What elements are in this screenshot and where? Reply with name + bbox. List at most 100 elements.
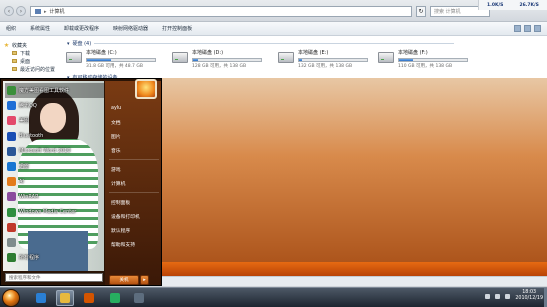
clock-date: 2010/12/19 bbox=[515, 296, 543, 301]
program-icon bbox=[7, 101, 16, 111]
places-item[interactable]: 设备和打印机 bbox=[109, 209, 159, 223]
start-search-input[interactable]: 搜索程序和文件 bbox=[5, 273, 103, 282]
drive-usage-fill bbox=[87, 58, 111, 61]
program-item[interactable]: 迅雷 bbox=[5, 159, 104, 174]
program-item[interactable]: 美图 bbox=[5, 113, 104, 128]
taskbar-app-explorer[interactable] bbox=[56, 290, 74, 306]
program-item[interactable]: AI bbox=[5, 174, 104, 189]
program-item[interactable] bbox=[5, 235, 104, 250]
action-center-icon[interactable] bbox=[485, 293, 491, 299]
places-item[interactable]: 游戏 bbox=[109, 162, 159, 176]
program-item[interactable]: Microsoft Word 2010 bbox=[5, 144, 104, 159]
open-control-panel-button[interactable]: 打开控制面板 bbox=[162, 25, 192, 32]
preview-pane-icon[interactable] bbox=[524, 25, 531, 32]
wallpaper-area bbox=[160, 78, 547, 274]
places-item[interactable]: 音乐 bbox=[109, 143, 159, 157]
sidebar-item-favorites[interactable]: 收藏夹 bbox=[4, 41, 58, 49]
start-button[interactable] bbox=[2, 289, 20, 307]
taskbar-app-control[interactable] bbox=[130, 290, 148, 306]
back-button[interactable]: ‹ bbox=[4, 6, 14, 16]
start-menu-places-pane: aylu 文档 图片 音乐游戏 计算机控制面板 设备和打印机 默认程序 帮助和支持 关机 ▸ bbox=[105, 79, 161, 285]
program-label: 腾讯QQ bbox=[19, 103, 37, 110]
program-item[interactable] bbox=[5, 220, 104, 235]
user-avatar[interactable] bbox=[135, 79, 157, 99]
drive-c[interactable]: 本地磁盘 (C:) 31.8 GB 可用，共 48.7 GB bbox=[66, 49, 156, 69]
address-text: 计算机 bbox=[49, 9, 65, 15]
program-item[interactable]: 魔方美图看图工具软件 bbox=[5, 83, 104, 99]
divider bbox=[94, 43, 455, 44]
chevron-right-icon: ▸ bbox=[44, 8, 47, 15]
system-properties-button[interactable]: 系统属性 bbox=[30, 25, 50, 32]
hard-drive-icon bbox=[172, 52, 188, 63]
sidebar-item-label: 下载 bbox=[20, 50, 31, 57]
drive-usage-bar bbox=[192, 57, 262, 62]
places-item[interactable]: 控制面板 bbox=[109, 195, 159, 209]
refresh-button[interactable]: ↻ bbox=[416, 6, 426, 17]
group-header-disks[interactable]: ▾ 硬盘 (4) bbox=[67, 40, 455, 47]
organize-button[interactable]: 组织 bbox=[6, 25, 16, 32]
drive-name: 本地磁盘 (C:) bbox=[86, 50, 117, 56]
uninstall-program-button[interactable]: 卸载或更改程序 bbox=[64, 25, 99, 32]
program-icon bbox=[7, 131, 16, 141]
places-item[interactable]: 计算机 bbox=[109, 176, 159, 190]
program-icon bbox=[7, 177, 16, 187]
computer-icon bbox=[35, 9, 41, 14]
explorer-titlebar: ‹ › ▸ 计算机 ↻ 搜索 计算机 bbox=[0, 0, 547, 22]
program-item[interactable]: Bluetooth bbox=[5, 129, 104, 144]
places-item[interactable]: 帮助和支持 bbox=[109, 237, 159, 251]
upload-speed: 1.0K/S bbox=[487, 2, 504, 8]
drive-f[interactable]: 本地磁盘 (F:) 110 GB 可用，共 138 GB bbox=[378, 49, 468, 69]
help-icon[interactable] bbox=[534, 25, 541, 32]
sidebar-item-downloads[interactable]: 下载 bbox=[4, 49, 58, 57]
taskbar-app-360[interactable] bbox=[106, 290, 124, 306]
drive-d[interactable]: 本地磁盘 (D:) 128 GB 可用，共 138 GB bbox=[172, 49, 262, 69]
system-tray: 18:03 2010/12/19 bbox=[485, 290, 543, 302]
network-icon[interactable] bbox=[495, 293, 501, 299]
view-options-icon[interactable] bbox=[514, 25, 521, 32]
drive-space-text: 132 GB 可用，共 138 GB bbox=[298, 64, 353, 69]
drive-usage-bar bbox=[86, 57, 156, 62]
sidebar-item-recent[interactable]: 最近访问的位置 bbox=[4, 65, 58, 73]
places-item[interactable]: 文档 bbox=[109, 115, 159, 129]
program-item[interactable]: Windows Media Center bbox=[5, 205, 104, 220]
shutdown-options-button[interactable]: ▸ bbox=[140, 275, 149, 285]
drive-usage-bar bbox=[398, 57, 468, 62]
volume-icon[interactable] bbox=[505, 293, 511, 299]
program-icon bbox=[7, 237, 16, 247]
drive-e[interactable]: 本地磁盘 (E:) 132 GB 可用，共 138 GB bbox=[278, 49, 368, 69]
clock[interactable]: 18:03 2010/12/19 bbox=[515, 290, 543, 302]
hard-drive-icon bbox=[278, 52, 294, 63]
sidebar-item-desktop[interactable]: 桌面 bbox=[4, 57, 58, 65]
sidebar-item-label: 最近访问的位置 bbox=[20, 66, 56, 73]
drive-usage-fill bbox=[193, 58, 198, 61]
control-icon bbox=[134, 293, 144, 303]
drive-name: 本地磁盘 (D:) bbox=[192, 50, 224, 56]
start-menu-programs-pane: 魔方美图看图工具软件腾讯QQ 美图 Bluetooth Microsoft Word … bbox=[3, 81, 104, 271]
places-item[interactable]: 默认程序 bbox=[109, 223, 159, 237]
address-bar[interactable]: ▸ 计算机 bbox=[30, 6, 412, 17]
taskbar-app-ie[interactable] bbox=[32, 290, 50, 306]
program-item[interactable]: 腾讯QQ bbox=[5, 98, 104, 113]
program-label: Bluetooth bbox=[19, 133, 44, 140]
places-item[interactable]: aylu bbox=[109, 101, 159, 115]
program-label: 所有程序 bbox=[19, 255, 40, 262]
program-item[interactable]: WinRAR bbox=[5, 189, 104, 204]
divider bbox=[109, 192, 159, 193]
program-label: AI bbox=[19, 178, 24, 185]
program-item[interactable]: 所有程序 bbox=[5, 250, 104, 265]
star-icon bbox=[4, 42, 9, 48]
search-placeholder: 搜索程序和文件 bbox=[9, 275, 41, 281]
program-icon bbox=[7, 192, 16, 202]
shutdown-button[interactable]: 关机 bbox=[109, 275, 139, 285]
command-bar: 组织 系统属性 卸载或更改程序 映射网络驱动器 打开控制面板 bbox=[0, 22, 547, 36]
taskbar-app-media[interactable] bbox=[80, 290, 98, 306]
program-label: Windows Media Center bbox=[19, 209, 77, 216]
map-network-drive-button[interactable]: 映射网络驱动器 bbox=[113, 25, 148, 32]
media-icon bbox=[84, 293, 94, 303]
forward-button[interactable]: › bbox=[16, 6, 26, 16]
explorer-icon bbox=[60, 293, 70, 303]
ie-icon bbox=[36, 293, 46, 303]
navigation-pane: 收藏夹 下载 桌面 最近访问的位置 bbox=[0, 37, 62, 77]
drive-usage-fill bbox=[399, 58, 413, 61]
places-item[interactable]: 图片 bbox=[109, 129, 159, 143]
